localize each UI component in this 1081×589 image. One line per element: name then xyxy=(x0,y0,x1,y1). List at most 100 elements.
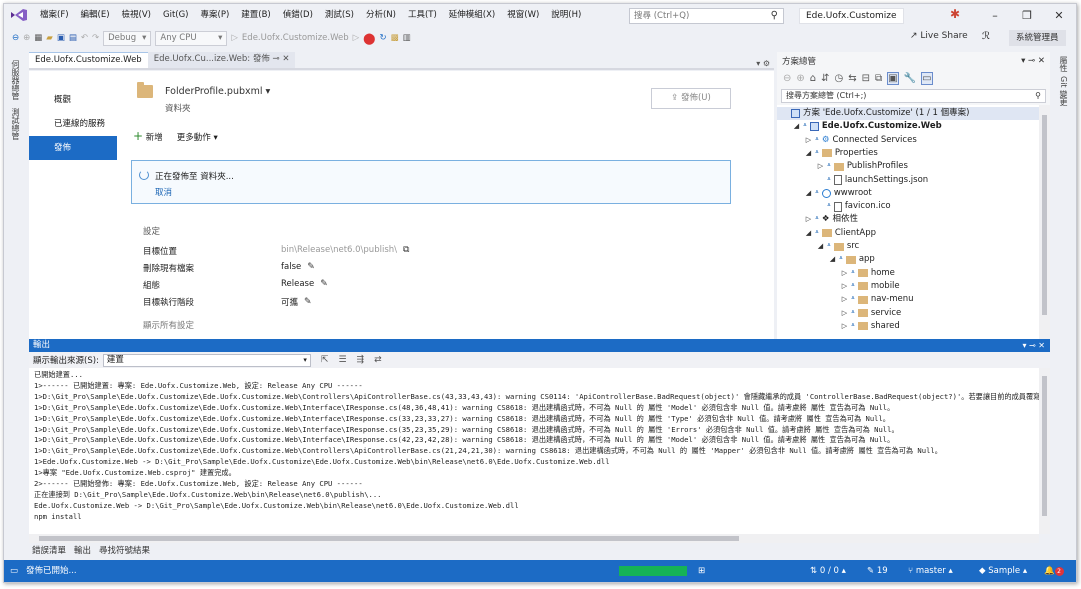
tree-item[interactable]: ◢ ᐞ ClientApp xyxy=(805,227,876,240)
nav-connected-services[interactable]: 已連線的服務 xyxy=(29,112,117,136)
menu-item[interactable]: 檔案(F) xyxy=(34,4,75,27)
search-box[interactable]: 搜尋 (Ctrl+Q) ⚲ xyxy=(629,8,784,24)
scroll-thumb[interactable] xyxy=(1042,376,1047,516)
minimize-icon[interactable]: – xyxy=(979,9,1011,22)
home-icon[interactable]: ⌂ xyxy=(810,73,816,84)
active-doc-icon[interactable]: ▭ xyxy=(921,71,933,85)
collapse-arrow-icon[interactable]: ◢ xyxy=(805,187,812,200)
expand-arrow-icon[interactable]: ▷ xyxy=(841,307,848,320)
tree-item[interactable]: ▷ ᐞ mobile xyxy=(841,280,900,293)
startup-project[interactable]: Ede.Uofx.Customize.Web xyxy=(242,33,349,43)
commits-indicator[interactable]: ⇅ 0 / 0 ▴ xyxy=(810,560,846,582)
menu-item[interactable]: 視窗(W) xyxy=(501,4,545,27)
menu-item[interactable]: 檢視(V) xyxy=(116,4,157,27)
live-share-button[interactable]: ↗ Live Share xyxy=(910,31,968,41)
collapse-arrow-icon[interactable]: ◢ xyxy=(817,240,824,253)
profile-select[interactable]: FolderProfile.pubxml ▾ xyxy=(165,86,270,97)
menu-item[interactable]: Git(G) xyxy=(157,4,195,27)
menu-item[interactable]: 延伸模組(X) xyxy=(443,4,501,27)
expand-arrow-icon[interactable]: ▷ xyxy=(841,320,848,333)
collapse-arrow-icon[interactable]: ◢ xyxy=(805,147,812,160)
tree-item[interactable]: ᐞ favicon.ico xyxy=(817,200,891,213)
expand-arrow-icon[interactable]: ▷ xyxy=(817,160,824,173)
tab-output[interactable]: 輸出 xyxy=(74,544,91,558)
sync-icon[interactable]: ⇆ xyxy=(848,73,856,84)
platform-select[interactable]: Any CPU ▾ xyxy=(155,30,228,46)
menu-item[interactable]: 建置(B) xyxy=(235,4,276,27)
tree-scrollbar[interactable] xyxy=(1039,105,1050,339)
repo-indicator[interactable]: ◆ Sample ▴ xyxy=(979,560,1027,582)
tab-find-symbol[interactable]: 尋找符號結果 xyxy=(99,544,150,558)
output-text[interactable]: 已開始建置... 1>------ 已開始建置: 專案: Ede.Uofx.Cus… xyxy=(29,368,1039,534)
tree-item[interactable]: ▷ ᐞ shared xyxy=(841,320,900,333)
feedback-icon[interactable]: ℛ xyxy=(982,31,990,42)
tree-item[interactable]: ▷ ᐞ ⚙ Connected Services xyxy=(805,134,917,147)
tree-item[interactable]: ◢ ᐞ wwwroot xyxy=(805,187,872,200)
expand-arrow-icon[interactable]: ▷ xyxy=(841,293,848,306)
expand-arrow-icon[interactable]: ▷ xyxy=(841,280,848,293)
panel-controls-icon[interactable]: ▾ ⊸ ✕ xyxy=(1022,339,1045,352)
tab-publish[interactable]: Ede.Uofx.Cu...ize.Web: 發佈 ⊸ ✕ xyxy=(147,52,296,68)
cancel-link[interactable]: 取消 xyxy=(155,186,172,198)
new-project-icon[interactable]: ▦ xyxy=(34,33,42,43)
tree-item[interactable]: ◢ ᐞ src xyxy=(817,240,859,253)
server-explorer-tab[interactable]: 伺服器總管 xyxy=(10,60,21,100)
edits-indicator[interactable]: ✎ 19 xyxy=(867,560,888,582)
output-scrollbar[interactable] xyxy=(1039,368,1050,534)
collapse-arrow-icon[interactable]: ◢ xyxy=(805,227,812,240)
menu-item[interactable]: 工具(T) xyxy=(402,4,443,27)
git-changes-tab[interactable]: Git 變更 xyxy=(1058,76,1069,106)
test-explorer-tab[interactable]: 測試總管 xyxy=(10,108,21,140)
forward-icon[interactable]: ⊕ xyxy=(23,33,30,43)
scroll-thumb[interactable] xyxy=(1042,115,1047,315)
word-wrap-icon[interactable]: ⇶ xyxy=(357,355,365,365)
show-all-files-icon[interactable]: ⧉ xyxy=(875,73,882,84)
tab-error-list[interactable]: 錯誤清單 xyxy=(32,544,66,558)
notifications-icon[interactable]: 🔔 2 xyxy=(1044,560,1064,582)
collapse-arrow-icon[interactable]: ◢ xyxy=(793,120,800,133)
new-button[interactable]: + 新增 xyxy=(133,130,163,143)
copy-icon[interactable]: ⧉ xyxy=(403,245,409,255)
layout-icon[interactable]: ▥ xyxy=(403,33,411,43)
undo-icon[interactable]: ↶ xyxy=(81,33,88,43)
menu-item[interactable]: 專案(P) xyxy=(195,4,236,27)
tree-item[interactable]: ▷ ᐞ service xyxy=(841,307,901,320)
tree-item[interactable]: ◢ ᐞ Ede.Uofx.Customize.Web xyxy=(793,120,942,133)
clear-all-icon[interactable]: ☰ xyxy=(338,355,346,365)
nav-publish[interactable]: 發佈 xyxy=(29,136,117,160)
tree-item[interactable]: ▷ ᐞ PublishProfiles xyxy=(817,160,908,173)
collapse-all-icon[interactable]: ⊟ xyxy=(862,73,870,84)
save-icon[interactable]: ▣ xyxy=(57,33,65,43)
play-icon[interactable]: ▷ xyxy=(353,33,360,43)
pin-icon[interactable]: ⊸ xyxy=(273,54,280,64)
toggle-scroll-icon[interactable]: ⇄ xyxy=(374,355,382,365)
account-icon[interactable]: ✱ xyxy=(950,7,960,21)
refresh-icon[interactable]: ↻ xyxy=(379,33,386,43)
tree-item[interactable]: ᐞ launchSettings.json xyxy=(817,174,928,187)
preview-icon[interactable]: ▣ xyxy=(887,71,899,85)
expand-arrow-icon[interactable]: ▷ xyxy=(805,213,812,226)
edit-icon[interactable]: ✎ xyxy=(304,297,312,307)
publish-button[interactable]: ⇪ 發佈(U) xyxy=(651,88,731,109)
close-icon[interactable]: ✕ xyxy=(1043,9,1075,22)
output-hscrollbar[interactable] xyxy=(29,534,1039,543)
show-all-settings-link[interactable]: 顯示所有設定 xyxy=(143,319,194,331)
restore-icon[interactable]: ❐ xyxy=(1011,9,1043,22)
find-message-icon[interactable]: ⇱ xyxy=(321,355,329,365)
properties-icon[interactable]: 🔧 xyxy=(904,73,916,84)
back-icon[interactable]: ⊖ xyxy=(783,73,791,84)
startup-play-icon[interactable]: ▷ xyxy=(231,33,238,43)
save-all-icon[interactable]: ▤ xyxy=(69,33,77,43)
toolbox-icon[interactable]: ▩ xyxy=(391,33,399,43)
collapse-arrow-icon[interactable]: ◢ xyxy=(829,253,836,266)
forward-icon[interactable]: ⊕ xyxy=(796,73,804,84)
tree-item[interactable]: ◢ ᐞ app xyxy=(829,253,875,266)
close-tab-icon[interactable]: ✕ xyxy=(282,54,289,64)
tree-item[interactable]: ▷ ᐞ ❖ 相依性 xyxy=(805,213,858,226)
properties-tab[interactable]: 屬性 xyxy=(1058,56,1069,72)
tree-item[interactable]: ◢ ᐞ Properties xyxy=(805,147,878,160)
background-tasks-icon[interactable]: ⊞ xyxy=(698,560,705,582)
expand-arrow-icon[interactable]: ▷ xyxy=(805,134,812,147)
tab-overflow-icon[interactable]: ▾ ⚙ xyxy=(756,59,774,68)
more-actions-button[interactable]: 更多動作 ▾ xyxy=(177,131,218,143)
